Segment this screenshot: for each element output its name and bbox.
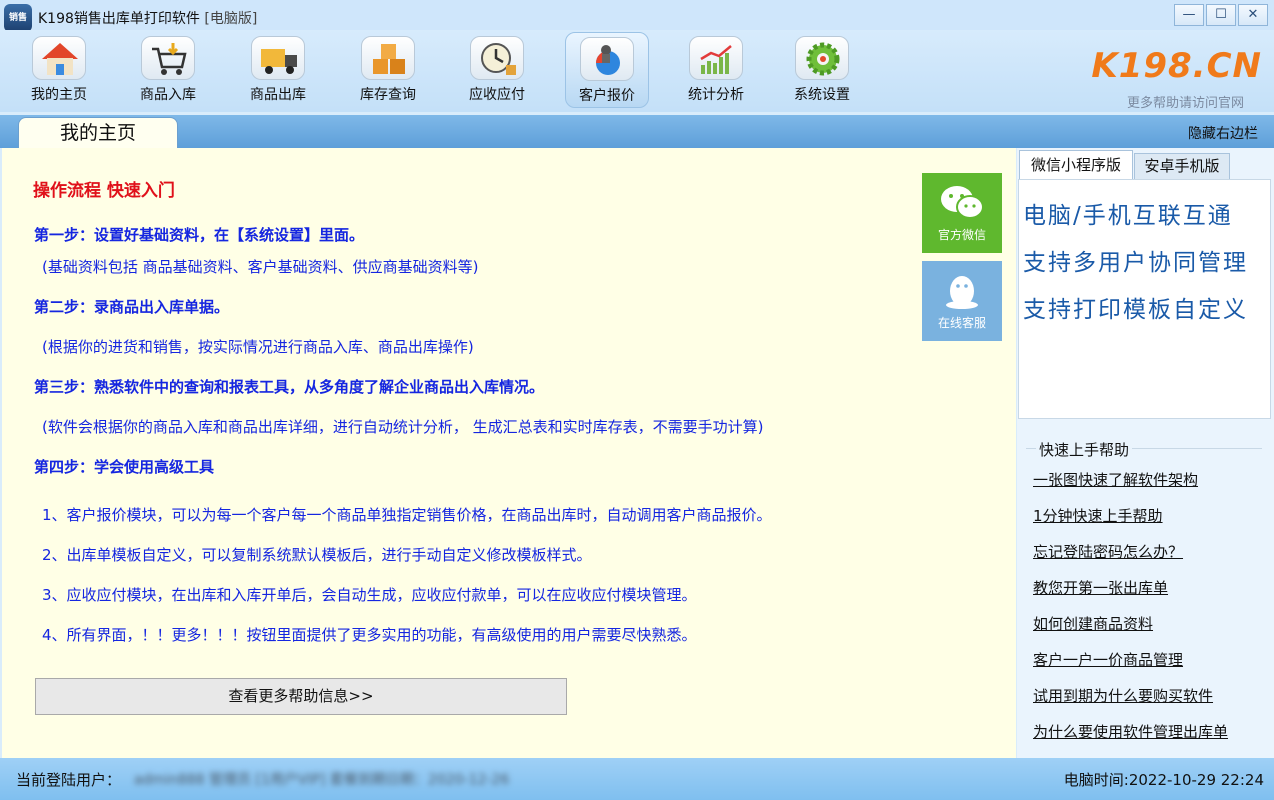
tab-android-app[interactable]: 安卓手机版 xyxy=(1134,153,1230,180)
toolbar-stock-out[interactable]: 商品出库 xyxy=(236,32,320,108)
official-wechat-label: 官方微信 xyxy=(937,228,986,242)
window-title-name: K198销售出库单打印软件 xyxy=(38,11,200,27)
current-user-label: 当前登陆用户： xyxy=(16,771,122,789)
help-link[interactable]: 如何创建商品资料 xyxy=(1033,613,1153,634)
toolbar-receivable[interactable]: 应收应付 xyxy=(455,32,539,108)
clock-icon xyxy=(470,36,524,80)
help-link[interactable]: 一张图快速了解软件架构 xyxy=(1033,469,1198,490)
system-time: 电脑时间:2022-10-29 22:24 xyxy=(1063,771,1264,789)
tab-wechat-miniprogram[interactable]: 微信小程序版 xyxy=(1019,150,1133,180)
toolbar-stock-in[interactable]: 商品入库 xyxy=(126,32,210,108)
toolbar-settings-label: 系统设置 xyxy=(794,87,850,103)
title-bar: 销售 K198销售出库单打印软件 [电脑版] — ☐ ✕ xyxy=(0,0,1274,32)
chart-icon xyxy=(689,36,743,80)
toolbar-settings[interactable]: 系统设置 xyxy=(780,32,864,108)
help-link[interactable]: 客户一户一价商品管理 xyxy=(1033,649,1183,670)
help-link[interactable]: 教您开第一张出库单 xyxy=(1033,577,1168,598)
toolbar-statistics[interactable]: 统计分析 xyxy=(674,32,758,108)
promo-panel: 电脑/手机互联互通 支持多用户协同管理 支持打印模板自定义 xyxy=(1018,179,1271,419)
tab-home[interactable]: 我的主页 xyxy=(18,117,178,148)
promo-line: 电脑/手机互联互通 xyxy=(1023,203,1233,229)
help-link[interactable]: 忘记登陆密码怎么办？ xyxy=(1033,541,1183,562)
brand-logo-suffix: .CN xyxy=(1192,46,1262,86)
toolbar-customer-quote-label: 客户报价 xyxy=(579,88,635,104)
house-icon xyxy=(32,36,86,80)
right-sidebar: 微信小程序版 安卓手机版 电脑/手机互联互通 支持多用户协同管理 支持打印模板自… xyxy=(1017,148,1274,758)
toolbar-statistics-label: 统计分析 xyxy=(688,87,744,103)
toolbar-home-label: 我的主页 xyxy=(31,87,87,103)
list-item: 1、客户报价模块，可以为每一个客户每一个商品单独指定销售价格，在商品出库时，自动… xyxy=(42,506,772,524)
brand-logo-text: K198 xyxy=(1091,46,1193,86)
window-controls: — ☐ ✕ xyxy=(1174,4,1268,26)
minimize-button[interactable]: — xyxy=(1174,4,1204,26)
brand-logo[interactable]: K198.CN xyxy=(1072,48,1262,88)
toolbar-inventory[interactable]: 库存查询 xyxy=(346,32,430,108)
online-service-label: 在线客服 xyxy=(937,316,986,330)
window-title: K198销售出库单打印软件 [电脑版] xyxy=(38,8,257,28)
official-site-link[interactable]: 更多帮助请访问官网 xyxy=(1127,92,1244,111)
app-icon: 销售 xyxy=(4,4,32,32)
page-heading: 操作流程 快速入门 xyxy=(33,181,175,201)
step-1-note: (基础资料包括 商品基础资料、客户基础资料、供应商基础资料等) xyxy=(42,258,479,276)
promo-line: 支持多用户协同管理 xyxy=(1023,250,1248,276)
tab-bar: 我的主页 隐藏右边栏 xyxy=(0,115,1274,148)
online-service-button[interactable]: 在线客服 xyxy=(922,261,1002,341)
list-item: 4、所有界面，！！更多！！！按钮里面提供了更多实用的功能，有高级使用的用户需要尽… xyxy=(42,626,697,644)
promo-line: 支持打印模板自定义 xyxy=(1023,297,1248,323)
cart-icon xyxy=(141,36,195,80)
status-bar: 当前登陆用户： admin888 管理员 [1用户VIP] 套餐到期日期：202… xyxy=(0,758,1274,800)
wechat-icon xyxy=(941,186,984,219)
list-item: 2、出库单模板自定义，可以复制系统默认模板后，进行手动自定义修改模板样式。 xyxy=(42,546,592,564)
home-content: 操作流程 快速入门 第一步：设置好基础资料，在【系统设置】里面。 (基础资料包括… xyxy=(2,148,1016,758)
quick-help-title: 快速上手帮助 xyxy=(1036,439,1133,460)
truck-icon xyxy=(251,36,305,80)
toolbar-home[interactable]: 我的主页 xyxy=(17,32,101,108)
hide-sidebar-button[interactable]: 隐藏右边栏 xyxy=(1188,123,1258,143)
main-toolbar: 我的主页 商品入库 商品出库 库存查询 应收应付 客户报价 统计分析 系统设置 … xyxy=(0,30,1274,112)
more-help-button[interactable]: 查看更多帮助信息>> xyxy=(35,678,567,715)
official-wechat-button[interactable]: 官方微信 xyxy=(922,173,1002,253)
quick-help-group: 快速上手帮助 一张图快速了解软件架构 1分钟快速上手帮助 忘记登陆密码怎么办？ … xyxy=(1026,439,1262,754)
qq-penguin-icon xyxy=(946,276,978,309)
maximize-button[interactable]: ☐ xyxy=(1206,4,1236,26)
window-title-edition: [电脑版] xyxy=(204,11,258,27)
toolbar-stock-out-label: 商品出库 xyxy=(250,87,306,103)
step-4: 第四步：学会使用高级工具 xyxy=(34,458,215,476)
step-3-note: (软件会根据你的商品入库和商品出库详细，进行自动统计分析， 生成汇总表和实时库存… xyxy=(42,418,764,436)
step-2: 第二步：录商品出入库单据。 xyxy=(34,298,230,316)
step-3: 第三步：熟悉软件中的查询和报表工具，从多角度了解企业商品出入库情况。 xyxy=(34,378,545,396)
help-link[interactable]: 1分钟快速上手帮助 xyxy=(1033,505,1163,526)
list-item: 3、应收应付模块，在出库和入库开单后，会自动生成，应收应付款单，可以在应收应付模… xyxy=(42,586,697,604)
toolbar-inventory-label: 库存查询 xyxy=(360,87,416,103)
help-link[interactable]: 试用到期为什么要购买软件 xyxy=(1033,685,1213,706)
toolbar-stock-in-label: 商品入库 xyxy=(140,87,196,103)
gear-icon xyxy=(795,36,849,80)
close-button[interactable]: ✕ xyxy=(1238,4,1268,26)
toolbar-receivable-label: 应收应付 xyxy=(469,87,525,103)
customer-quote-icon xyxy=(580,37,634,81)
help-link[interactable]: 为什么要使用软件管理出库单 xyxy=(1033,721,1228,742)
step-1: 第一步：设置好基础资料，在【系统设置】里面。 xyxy=(34,226,365,244)
current-user-value: admin888 管理员 [1用户VIP] 套餐到期日期：2020-12-26 xyxy=(134,772,510,788)
step-2-note: (根据你的进货和销售，按实际情况进行商品入库、商品出库操作) xyxy=(42,338,474,356)
boxes-icon xyxy=(361,36,415,80)
toolbar-customer-quote[interactable]: 客户报价 xyxy=(565,32,649,108)
